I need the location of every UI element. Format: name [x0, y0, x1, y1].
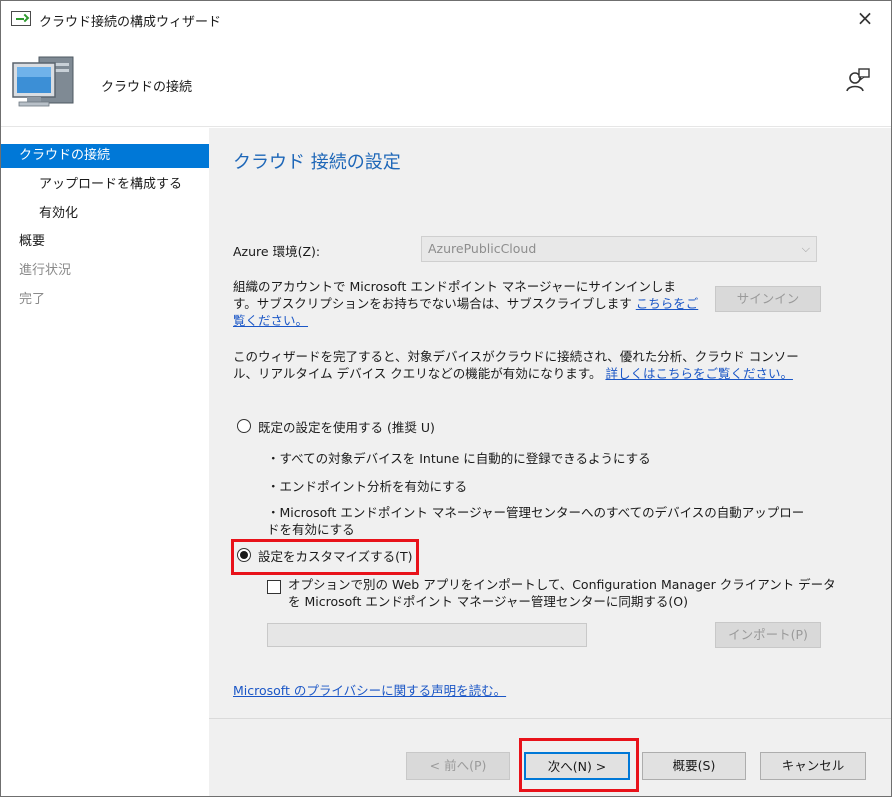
signin-description: 組織のアカウントで Microsoft エンドポイント マネージャーにサインイン…	[233, 278, 698, 329]
learn-more-link[interactable]: 詳しくはこちらをご覧ください。	[605, 366, 793, 381]
wizard-nav: クラウドの接続 アップロードを構成する 有効化 概要 進行状況 完了	[1, 128, 209, 796]
nav-item-completion: 完了	[19, 292, 46, 307]
azure-environment-label: Azure 環境(Z):	[233, 244, 321, 259]
title-bar: クラウド接続の構成ウィザード ×	[1, 1, 891, 37]
wizard-info: このウィザードを完了すると、対象デバイスがクラウドに接続され、優れた分析、クラウ…	[233, 348, 799, 382]
import-webapp-label-line1: オプションで別の Web アプリをインポートして、Configuration M…	[288, 577, 836, 592]
default-bullet-3: ・Microsoft エンドポイント マネージャー管理センターへのすべてのデバイ…	[267, 504, 804, 538]
import-webapp-label-line2: を Microsoft エンドポイント マネージャー管理センターに同期する(O)	[288, 594, 689, 609]
radio-default-label: 既定の設定を使用する (推奨 U)	[258, 420, 435, 435]
help-person-icon[interactable]	[845, 67, 871, 96]
signin-button[interactable]: サインイン	[715, 286, 821, 312]
wizard-app-icon	[11, 11, 31, 26]
cancel-button[interactable]: キャンセル	[760, 752, 866, 780]
default-bullet-3-line1: ・Microsoft エンドポイント マネージャー管理センターへのすべてのデバイ…	[267, 505, 805, 520]
nav-item-configure-upload[interactable]: アップロードを構成する	[1, 173, 209, 197]
import-webapp-input[interactable]	[267, 623, 587, 647]
back-button[interactable]: < 前へ(P)	[406, 752, 510, 780]
import-webapp-checkbox[interactable]	[267, 580, 281, 594]
nav-item-cloud-connection[interactable]: クラウドの接続	[1, 144, 209, 168]
wizard-header: クラウドの接続	[1, 37, 891, 127]
wizard-footer: < 前へ(P) 次へ(N) > 概要(S) キャンセル	[209, 718, 891, 796]
radio-default-settings[interactable]	[237, 419, 251, 433]
close-icon[interactable]: ×	[853, 6, 877, 30]
summary-button[interactable]: 概要(S)	[642, 752, 746, 780]
signin-text-line1: 組織のアカウントで Microsoft エンドポイント マネージャーにサインイン…	[233, 279, 676, 294]
computer-icon	[9, 51, 79, 116]
nav-item-progress: 進行状況	[19, 263, 72, 278]
default-bullet-1: ・すべての対象デバイスを Intune に自動的に登録できるようにする	[267, 451, 651, 466]
signin-text-line2: す。サブスクリプションをお持ちでない場合は、サブスクライブします	[233, 296, 632, 311]
radio-customize-settings[interactable]	[237, 548, 251, 562]
default-bullet-3-line2: ドを有効にする	[267, 522, 355, 537]
import-button[interactable]: インポート(P)	[715, 622, 821, 648]
nav-item-enable[interactable]: 有効化	[1, 202, 209, 226]
azure-environment-select[interactable]: AzurePublicCloud ⌵	[421, 236, 817, 262]
nav-item-summary[interactable]: 概要	[1, 230, 209, 254]
azure-environment-value: AzurePublicCloud	[428, 241, 537, 256]
import-webapp-label: オプションで別の Web アプリをインポートして、Configuration M…	[288, 576, 836, 610]
next-button[interactable]: 次へ(N) >	[524, 752, 630, 780]
main-panel: クラウド 接続の設定 Azure 環境(Z): AzurePublicCloud…	[209, 128, 891, 718]
window-title: クラウド接続の構成ウィザード	[39, 15, 222, 30]
header-title: クラウドの接続	[101, 80, 193, 95]
section-title: クラウド 接続の設定	[233, 152, 401, 173]
wizard-window: クラウド接続の構成ウィザード × クラウドの接続 クラウドの接続 アップロードを…	[0, 0, 892, 797]
signin-link[interactable]: こちらをご	[636, 296, 699, 311]
default-bullet-2: ・エンドポイント分析を有効にする	[267, 479, 468, 494]
signin-link-continued[interactable]: 覧ください。	[233, 312, 308, 329]
chevron-down-icon: ⌵	[801, 242, 810, 255]
radio-customize-label: 設定をカスタマイズする(T)	[258, 549, 413, 564]
info-line1: このウィザードを完了すると、対象デバイスがクラウドに接続され、優れた分析、クラウ…	[233, 349, 799, 364]
info-line2: ル、リアルタイム デバイス クエリなどの機能が有効になります。	[233, 366, 602, 381]
privacy-statement-link[interactable]: Microsoft のプライバシーに関する声明を読む。	[233, 680, 506, 699]
